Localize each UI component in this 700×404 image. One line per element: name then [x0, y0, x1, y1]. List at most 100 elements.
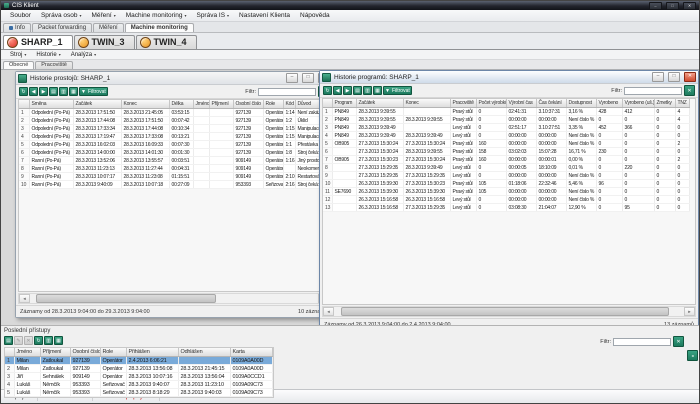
machine-tab-twin-4[interactable]: TWIN_4	[136, 35, 197, 49]
table-row[interactable]: 5Odpolední (Po-Pá)28.3.2013 16:02:0328.3…	[19, 141, 330, 149]
table-row[interactable]: 7OB90527.3.2013 15:30:2327.3.2013 15:30:…	[323, 156, 689, 164]
column-header[interactable]: Přihlášen	[126, 348, 178, 357]
scroll-left-icon[interactable]: ◄	[19, 294, 30, 303]
prev-period-button[interactable]: ◀	[333, 86, 342, 95]
print-button[interactable]: ▦	[54, 336, 63, 345]
column-header[interactable]: Čas čekání	[536, 99, 566, 108]
menu-sprava-osob[interactable]: Správa osob▾	[36, 11, 87, 20]
maximize-button[interactable]: □	[666, 2, 679, 10]
downtime-window-titlebar[interactable]: Historie prostojů: SHARP_1 – □ ✕	[16, 72, 332, 85]
table-row[interactable]: 927.3.2013 15:29:3527.3.2013 15:29:35Lev…	[323, 172, 689, 180]
export-excel-button[interactable]: ▥	[44, 336, 53, 345]
refresh-button[interactable]: ↻	[323, 86, 332, 95]
scrollbar-track[interactable]	[334, 307, 684, 316]
column-header[interactable]	[19, 100, 29, 109]
tab-machine-monitoring[interactable]: Machine monitoring	[125, 23, 194, 32]
table-row[interactable]: 4LukášNěmčík953393Seřizovač28.3.2013 9:4…	[5, 381, 272, 389]
clear-filter-button[interactable]: ✕	[673, 336, 684, 347]
export-pdf-button[interactable]: ▥	[59, 87, 68, 96]
clear-filter-button[interactable]: ✕	[684, 85, 695, 96]
column-header[interactable]: Konec	[403, 99, 450, 108]
column-header[interactable]: Příjmení	[209, 100, 233, 109]
delete-button[interactable]: ✕	[24, 336, 33, 345]
filter-input[interactable]	[624, 87, 682, 95]
filter-button[interactable]: ▼Filtrovat	[383, 86, 412, 95]
column-header[interactable]: Dostupnost	[566, 99, 596, 108]
column-header[interactable]: Kód	[283, 100, 295, 109]
table-row[interactable]: 1MilanZatloukal927139Operátor2.4.2013 6:…	[5, 357, 272, 365]
column-header[interactable]: Role	[263, 100, 283, 109]
table-row[interactable]: 827.3.2013 15:29:3528.3.2013 9:39:49Levý…	[323, 164, 689, 172]
view-tab-obecne[interactable]: Obecné	[3, 61, 34, 69]
menu-sprava-is[interactable]: Správa IS▾	[191, 11, 234, 20]
column-header[interactable]: Karta	[230, 348, 272, 357]
tab-packet-forwarding[interactable]: Packet forwarding	[32, 23, 92, 32]
submenu-analyza[interactable]: Analýza▾	[66, 51, 101, 59]
table-row[interactable]: 1226.3.2013 15:16:5826.3.2013 15:16:58Le…	[323, 196, 689, 204]
scrollbar-thumb[interactable]	[36, 294, 217, 303]
column-header[interactable]: Vyrobeno	[596, 99, 622, 108]
filter-input[interactable]	[258, 88, 316, 96]
column-header[interactable]: Délka	[169, 100, 193, 109]
horizontal-scrollbar[interactable]: ◄ ►	[322, 306, 696, 317]
column-header[interactable]: Začátek	[73, 100, 121, 109]
table-row[interactable]: 1Odpolední (Po-Pá)28.3.2013 17:51:5028.3…	[19, 109, 330, 117]
column-header[interactable]: Odhlášen	[178, 348, 230, 357]
table-row[interactable]: 2PN84928.3.2013 9:39:5528.3.2013 9:39:55…	[323, 116, 689, 124]
table-row[interactable]: 3PN84928.3.2013 9:39:49Levý stůl002:51:1…	[323, 124, 689, 132]
column-header[interactable]: Výrobní čas	[506, 99, 536, 108]
minimize-button[interactable]: –	[652, 72, 664, 82]
column-header[interactable]: TNZ	[675, 99, 689, 108]
minimize-button[interactable]: –	[649, 2, 662, 10]
scroll-left-icon[interactable]: ◄	[323, 307, 334, 316]
table-row[interactable]: 3Odpolední (Po-Pá)28.3.2013 17:33:3428.3…	[19, 125, 330, 133]
table-row[interactable]: 9Ranní (Po-Pá)28.3.2013 10:07:1728.3.201…	[19, 173, 330, 181]
column-header[interactable]	[5, 348, 14, 357]
scrollbar-thumb[interactable]	[341, 307, 669, 316]
column-header[interactable]: Role	[100, 348, 126, 357]
column-header[interactable]: Vyrobeno (uš.)	[622, 99, 654, 108]
column-header[interactable]: Začátek	[356, 99, 403, 108]
table-row[interactable]: 3JiříSehnálek909149Operátor28.3.2013 10:…	[5, 373, 272, 381]
side-panel-toggle-button[interactable]: ◂	[687, 350, 698, 361]
tab-info[interactable]: Info	[3, 23, 31, 32]
column-header[interactable]: Program	[332, 99, 356, 108]
horizontal-scrollbar[interactable]: ◄ ►	[18, 293, 330, 304]
column-header[interactable]: Jméno	[193, 100, 209, 109]
table-row[interactable]: 7Ranní (Po-Pá)28.3.2013 13:52:0628.3.201…	[19, 157, 330, 165]
table-row[interactable]: 6Odpolední (Po-Pá)28.3.2013 14:00:0028.3…	[19, 149, 330, 157]
column-header[interactable]: Osobní číslo	[70, 348, 100, 357]
app-titlebar[interactable]: CIS Klient – □ ✕	[1, 1, 699, 10]
menu-mereni[interactable]: Měření▾	[86, 11, 120, 20]
export-pdf-button[interactable]: ▥	[363, 86, 372, 95]
refresh-button[interactable]: ↻	[34, 336, 43, 345]
filter-input[interactable]	[613, 338, 671, 346]
maximize-button[interactable]: □	[302, 73, 314, 83]
column-header[interactable]: Jméno	[14, 348, 40, 357]
column-header[interactable]: Pracoviště	[450, 99, 476, 108]
menu-soubor[interactable]: Soubor	[5, 11, 36, 20]
column-header[interactable]: Zmetky	[654, 99, 675, 108]
next-period-button[interactable]: ▶	[343, 86, 352, 95]
submenu-stroj[interactable]: Stroj▾	[5, 51, 31, 59]
column-header[interactable]: Příjmení	[40, 348, 70, 357]
close-button[interactable]: ✕	[684, 72, 696, 82]
tab-mereni[interactable]: Měření	[93, 23, 124, 32]
table-row[interactable]: 5OB90527.3.2013 15:30:2427.3.2013 15:30:…	[323, 140, 689, 148]
close-button[interactable]: ✕	[683, 2, 696, 10]
column-header[interactable]: Směna	[29, 100, 73, 109]
prev-period-button[interactable]: ◀	[29, 87, 38, 96]
detail-button[interactable]: ▤	[4, 336, 13, 345]
print-button[interactable]: ▦	[69, 87, 78, 96]
column-header[interactable]: Osobní číslo	[233, 100, 263, 109]
column-header[interactable]: Konec	[121, 100, 169, 109]
table-row[interactable]: 1326.3.2013 15:16:5827.3.2013 15:29:35Le…	[323, 204, 689, 212]
table-row[interactable]: 5LukášNěmčík953393Seřizovač28.3.2013 8:1…	[5, 389, 272, 397]
scroll-right-icon[interactable]: ►	[684, 307, 695, 316]
menu-napoveda[interactable]: Nápověda	[295, 11, 335, 20]
table-row[interactable]: 8Ranní (Po-Pá)28.3.2013 11:23:1328.3.201…	[19, 165, 330, 173]
table-row[interactable]: 2MilanZatloukal927139Operátor28.3.2013 1…	[5, 365, 272, 373]
table-row[interactable]: 2Odpolední (Po-Pá)28.3.2013 17:44:0828.3…	[19, 117, 330, 125]
minimize-button[interactable]: –	[286, 73, 298, 83]
filter-button[interactable]: ▼Filtrovat	[79, 87, 108, 96]
